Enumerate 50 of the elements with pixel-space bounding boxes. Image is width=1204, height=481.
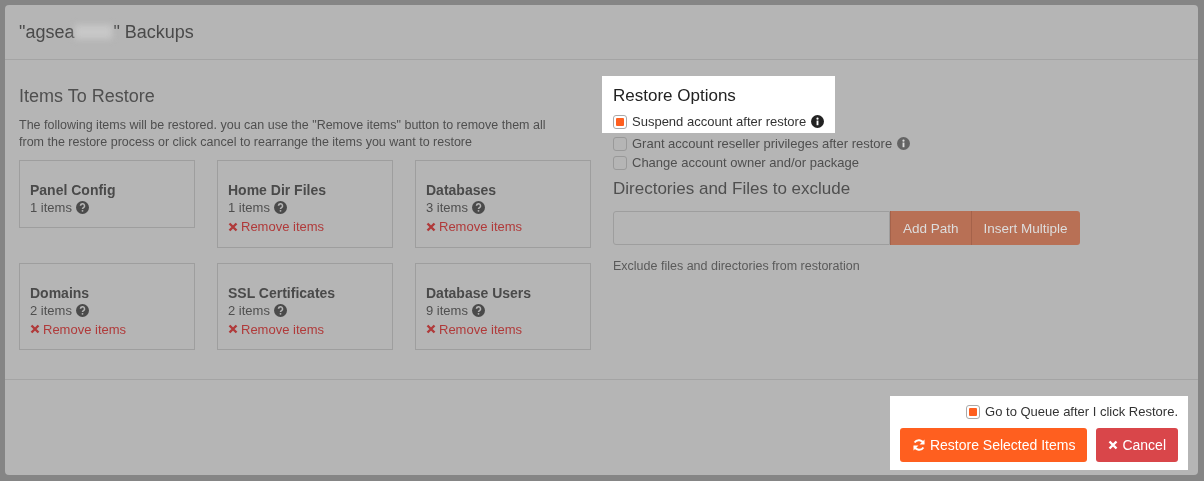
help-icon [75,201,89,214]
checkbox[interactable] [613,114,627,129]
remove-items-link[interactable]: Remove items [30,320,127,338]
remove-items-link[interactable]: Remove items [426,320,523,338]
restore-selected-button[interactable]: Restore Selected Items [899,428,1088,462]
item-name: Database Users [426,284,533,302]
remove-items-link[interactable]: Remove items [228,320,325,338]
path-input-field[interactable] [613,211,890,245]
help-icon [273,201,287,214]
item-count: 3 items [426,199,468,216]
section-description: The following items will be restored. you can use the "Remove items" button to remove them all from the restore process or click cancel to rearrange the items you want to restore [19,117,547,151]
close-icon [228,221,238,232]
help-icon [471,303,485,317]
item-name: Home Dir Files [228,182,328,199]
close-icon [30,324,40,334]
remove-items-link[interactable]: Remove items [426,218,523,235]
insert-multiple-button[interactable]: Insert Multiple [970,211,1080,245]
item-count: 2 items [228,301,270,319]
help-icon [75,303,89,317]
remove-items-link[interactable]: Remove items [228,218,325,235]
close-icon [1108,440,1119,450]
checkbox-label: Grant account reseller privileges after restore [632,135,893,152]
add-path-button[interactable]: Add Path [890,211,971,245]
close-icon [426,221,436,232]
item-count: 1 items [228,199,270,216]
item-name: Databases [426,182,498,199]
checkbox-label: Change account owner and/or package [632,154,859,171]
checkbox[interactable] [613,155,627,170]
section-heading: Restore Options [613,85,737,107]
item-name: Panel Config [30,182,117,199]
refresh-icon [911,438,926,452]
modal-title: " Backups [113,21,194,43]
checkbox-label: Suspend account after restore [632,113,807,130]
item-name: SSL Certificates [228,284,337,302]
checkbox-label: Go to Queue after I click Restore. [985,403,1178,420]
section-heading: Directories and Files to exclude [613,178,852,200]
cancel-button[interactable]: Cancel [1096,428,1178,462]
checkbox[interactable] [613,136,627,151]
item-name: Domains [30,284,91,302]
item-count: 2 items [30,301,72,319]
close-icon [426,324,436,334]
help-text: Exclude files and directories from restoration [613,259,861,273]
help-icon [273,303,287,317]
item-count: 1 items [30,199,72,216]
help-icon [471,201,485,214]
section-heading: Items To Restore [19,85,156,108]
item-count: 9 items [426,301,468,319]
checkbox[interactable] [966,404,981,419]
close-icon [228,324,238,334]
modal-title: "agsea [19,21,75,43]
